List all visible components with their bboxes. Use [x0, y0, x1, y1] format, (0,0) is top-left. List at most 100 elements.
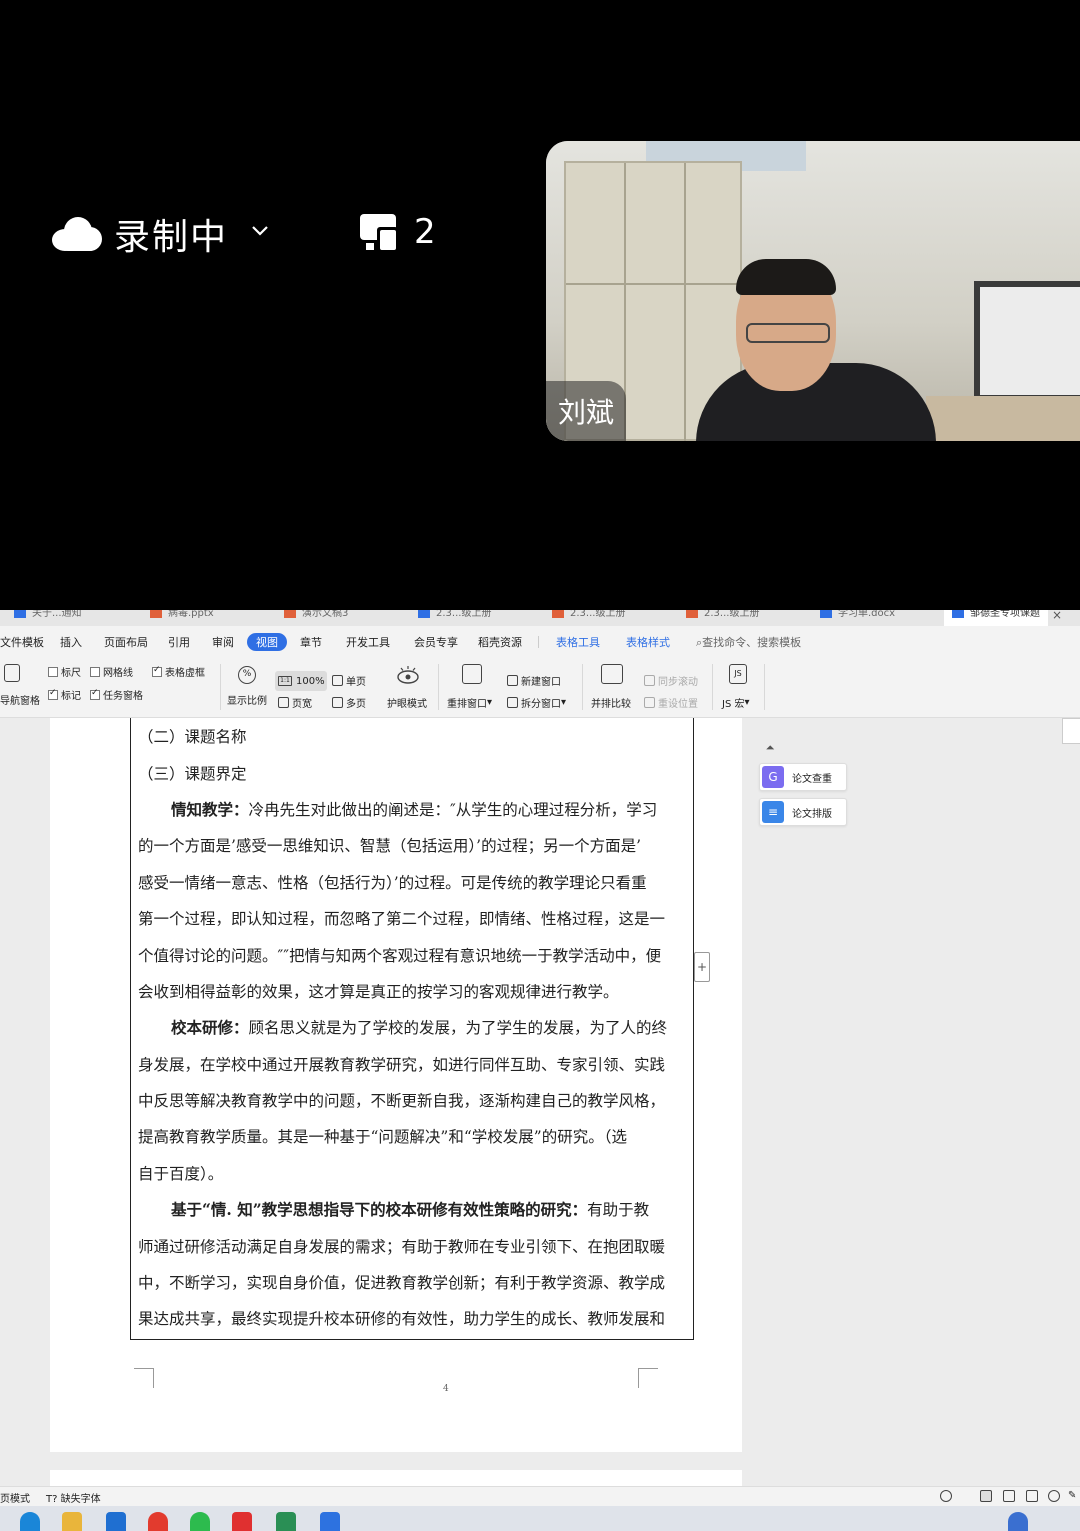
- doc-line: 基于“情. 知”教学思想指导下的校本研修有效性策略的研究：有助于教: [171, 1200, 650, 1219]
- doc-line: （二）课题名称: [138, 728, 247, 746]
- meeting-app-icon[interactable]: [276, 1512, 296, 1531]
- split-window-icon: [507, 697, 518, 708]
- participant-video[interactable]: 刘斌: [546, 141, 1080, 441]
- view-mode-label[interactable]: 页模式: [0, 1490, 30, 1505]
- doc-line: 情知教学：冷冉先生对此做出的阐述是：″从学生的心理过程分析，学习: [171, 800, 658, 819]
- menu-member[interactable]: 会员专享: [414, 634, 458, 650]
- table-gridlines-checkbox[interactable]: 表格虚框: [152, 664, 205, 679]
- single-page-button[interactable]: 单页: [332, 673, 366, 688]
- add-row-button[interactable]: +: [694, 952, 710, 982]
- pen-icon[interactable]: ✎: [1068, 1490, 1080, 1502]
- chevron-down-icon[interactable]: [250, 220, 270, 240]
- doc-line: 身发展，在学校中通过开展教育教学研究，如进行同伴互助、专家引领、实践: [138, 1056, 666, 1074]
- page-number: 4: [443, 1384, 449, 1394]
- side-by-side-button[interactable]: 并排比较: [591, 695, 631, 710]
- menu-review[interactable]: 审阅: [212, 634, 234, 650]
- eye-mode-button[interactable]: 护眼模式: [387, 695, 427, 710]
- doc-file-icon: [952, 610, 964, 618]
- task-pane-checkbox[interactable]: 任务窗格: [90, 687, 143, 702]
- reset-position-button[interactable]: 重设位置: [644, 695, 698, 710]
- page-view-icon[interactable]: [980, 1490, 992, 1502]
- page-width-button[interactable]: 页宽: [278, 695, 312, 710]
- edge-browser-icon[interactable]: [20, 1512, 40, 1531]
- doc-line: 校本研修：顾名思义就是为了学校的发展，为了学生的发展，为了人的终: [171, 1018, 668, 1037]
- mail-icon[interactable]: [106, 1512, 126, 1531]
- nav-pane-button[interactable]: 导航窗格: [0, 692, 40, 707]
- menu-view[interactable]: 视图: [247, 633, 287, 651]
- view-toolbar: 导航窗格 标尺 网格线 表格虚框 标记 任务窗格 % 显示比例 1:1100% …: [0, 656, 1080, 718]
- menu-dev-tools[interactable]: 开发工具: [346, 634, 390, 650]
- ruler-checkbox[interactable]: 标尺: [48, 664, 81, 679]
- eye-icon: [397, 666, 419, 684]
- marks-checkbox[interactable]: 标记: [48, 687, 81, 702]
- eye-mode-status-icon[interactable]: [940, 1490, 952, 1502]
- close-tab-icon[interactable]: ×: [1052, 610, 1062, 622]
- menu-bar: 文件模板 插入 页面布局 引用 审阅 视图 章节 开发工具 会员专享 稻壳资源 …: [0, 630, 1080, 654]
- file-explorer-icon[interactable]: [62, 1512, 82, 1531]
- text-frame[interactable]: （二）课题名称 （三）课题界定 情知教学：冷冉先生对此做出的阐述是：″从学生的心…: [130, 718, 694, 1340]
- split-window-button[interactable]: 拆分窗口 ▾: [507, 695, 566, 710]
- arrange-windows-button[interactable]: 重排窗口 ▾: [447, 695, 492, 710]
- paper-format-button[interactable]: ≡ 论文排版: [759, 798, 847, 826]
- doc-tab-active[interactable]: 邹德圣专项课题: [944, 610, 1048, 626]
- doc-tab[interactable]: 2.3...级上册: [418, 610, 538, 626]
- plagiarism-check-button[interactable]: G 论文查重: [759, 763, 847, 791]
- new-window-button[interactable]: 新建窗口: [507, 673, 561, 688]
- cloud-icon: [52, 217, 102, 251]
- menu-template[interactable]: 文件模板: [0, 634, 44, 650]
- missing-font-button[interactable]: T? 缺失字体: [46, 1490, 101, 1505]
- multi-page-icon: [332, 697, 343, 708]
- app-icon[interactable]: [320, 1512, 340, 1531]
- ppt-file-icon: [686, 610, 698, 618]
- one-to-one-icon: 1:1: [278, 676, 292, 686]
- zoom-icon: %: [238, 666, 256, 684]
- zoom-display-button[interactable]: 显示比例: [227, 692, 267, 707]
- doc-tab[interactable]: 演示文稿3: [284, 610, 404, 626]
- recording-indicator[interactable]: 录制中: [52, 208, 270, 260]
- doc-line: 感受一情绪一意志、性格（包括行为）’的过程。可是传统的教学理论只看重: [138, 874, 647, 892]
- screen-share-indicator[interactable]: 2: [358, 208, 436, 256]
- doc-tab[interactable]: 2.3...级上册: [552, 610, 672, 626]
- menu-table-style[interactable]: 表格样式: [626, 634, 670, 650]
- menu-insert[interactable]: 插入: [60, 634, 82, 650]
- participant-name: 刘斌: [546, 381, 627, 441]
- menu-docer[interactable]: 稻壳资源: [478, 634, 522, 650]
- sync-scroll-button[interactable]: 同步滚动: [644, 673, 698, 688]
- page-width-icon: [278, 697, 289, 708]
- doc-line: （三）课题界定: [138, 765, 247, 783]
- wps-window: 关于...通知 病毒.pptx 演示文稿3 2.3...级上册 2.3...级上…: [0, 610, 1080, 1531]
- gridlines-checkbox[interactable]: 网格线: [90, 664, 133, 679]
- wechat-icon[interactable]: [190, 1512, 210, 1531]
- collapse-panel-icon[interactable]: ⏶: [760, 738, 780, 758]
- menu-page-layout[interactable]: 页面布局: [104, 634, 148, 650]
- doc-tab[interactable]: 病毒.pptx: [150, 610, 270, 626]
- side-panel-tab[interactable]: [1062, 718, 1080, 744]
- wps-icon[interactable]: [232, 1512, 252, 1531]
- zoom-100-button[interactable]: 1:1 100%: [275, 671, 327, 691]
- doc-line: 师通过研修活动满足自身发展的需求；有助于教师在专业引领下、在抱团取暖: [138, 1238, 666, 1256]
- reading-view-icon[interactable]: [1026, 1490, 1038, 1502]
- status-bar: 页模式 T? 缺失字体 ✎: [0, 1486, 1080, 1506]
- document-page[interactable]: （二）课题名称 （三）课题界定 情知教学：冷冉先生对此做出的阐述是：″从学生的心…: [50, 718, 742, 1452]
- document-tabs: 关于...通知 病毒.pptx 演示文稿3 2.3...级上册 2.3...级上…: [0, 610, 1080, 626]
- pdf-app-icon[interactable]: [148, 1512, 168, 1531]
- doc-tab[interactable]: 学习单.docx: [820, 610, 940, 626]
- menu-table-tools[interactable]: 表格工具: [556, 634, 600, 650]
- command-search[interactable]: ⌕查找命令、搜索模板: [696, 634, 801, 650]
- ppt-file-icon: [150, 610, 162, 618]
- next-page[interactable]: [50, 1470, 742, 1486]
- js-macro-icon: JS: [729, 664, 747, 684]
- js-macro-button[interactable]: JS 宏 ▾: [722, 695, 750, 710]
- doc-tab[interactable]: 关于...通知: [14, 610, 132, 626]
- meeting-overlay: 录制中 2 刘斌: [0, 0, 1080, 610]
- doc-tab[interactable]: 2.3...级上册: [686, 610, 806, 626]
- page-corner-mark: [638, 1368, 658, 1388]
- new-window-icon: [507, 675, 518, 686]
- web-view-icon[interactable]: [1048, 1490, 1060, 1502]
- help-icon[interactable]: [1008, 1512, 1028, 1531]
- multi-page-button[interactable]: 多页: [332, 695, 366, 710]
- doc-line: 个值得讨论的问题。″″把情与知两个客观过程有意识地统一于教学活动中，便: [138, 947, 662, 965]
- menu-references[interactable]: 引用: [168, 634, 190, 650]
- menu-chapter[interactable]: 章节: [300, 634, 322, 650]
- outline-view-icon[interactable]: [1003, 1490, 1015, 1502]
